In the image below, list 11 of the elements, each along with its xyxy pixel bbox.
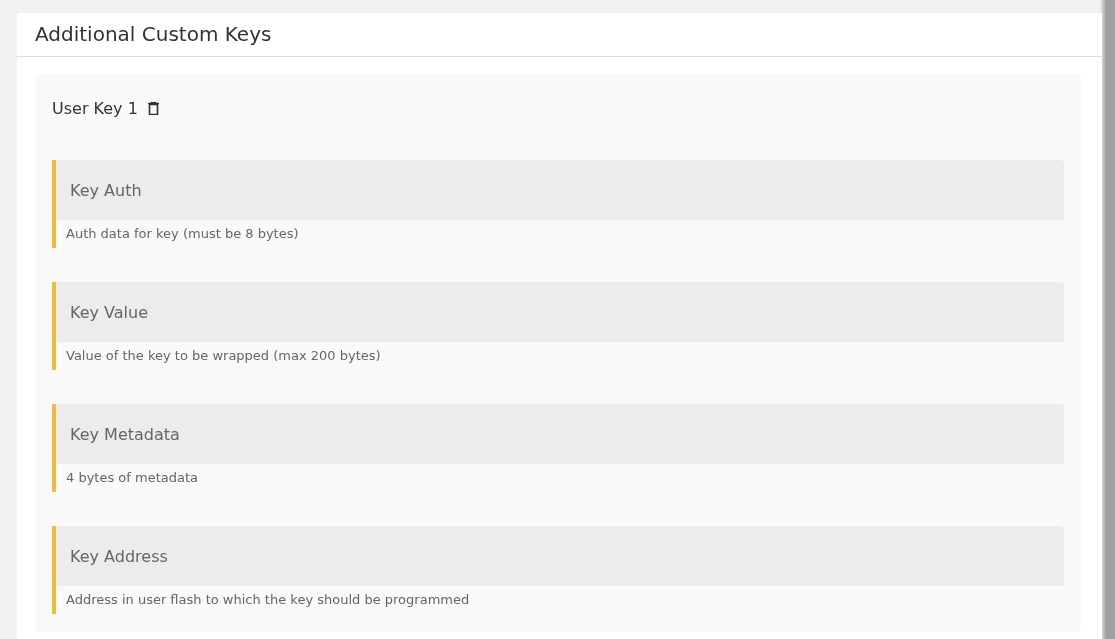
input-field[interactable]: Key Metadata: [56, 404, 1064, 464]
field-hint: Value of the key to be wrapped (max 200 bytes): [65, 347, 382, 365]
field-hint: 4 bytes of metadata: [65, 469, 200, 487]
field-hint: Auth data for key (must be 8 bytes): [65, 225, 300, 243]
trash-icon[interactable]: [147, 101, 159, 115]
key-title: User Key 1: [52, 98, 138, 118]
panel-title: Additional Custom Keys: [17, 13, 1102, 57]
input-field[interactable]: Key Address: [56, 526, 1064, 586]
input-field[interactable]: Key Value: [56, 282, 1064, 342]
field-hint: Address in user flash to which the key should be programmed: [65, 591, 471, 609]
input-field[interactable]: Key Auth: [56, 160, 1064, 220]
